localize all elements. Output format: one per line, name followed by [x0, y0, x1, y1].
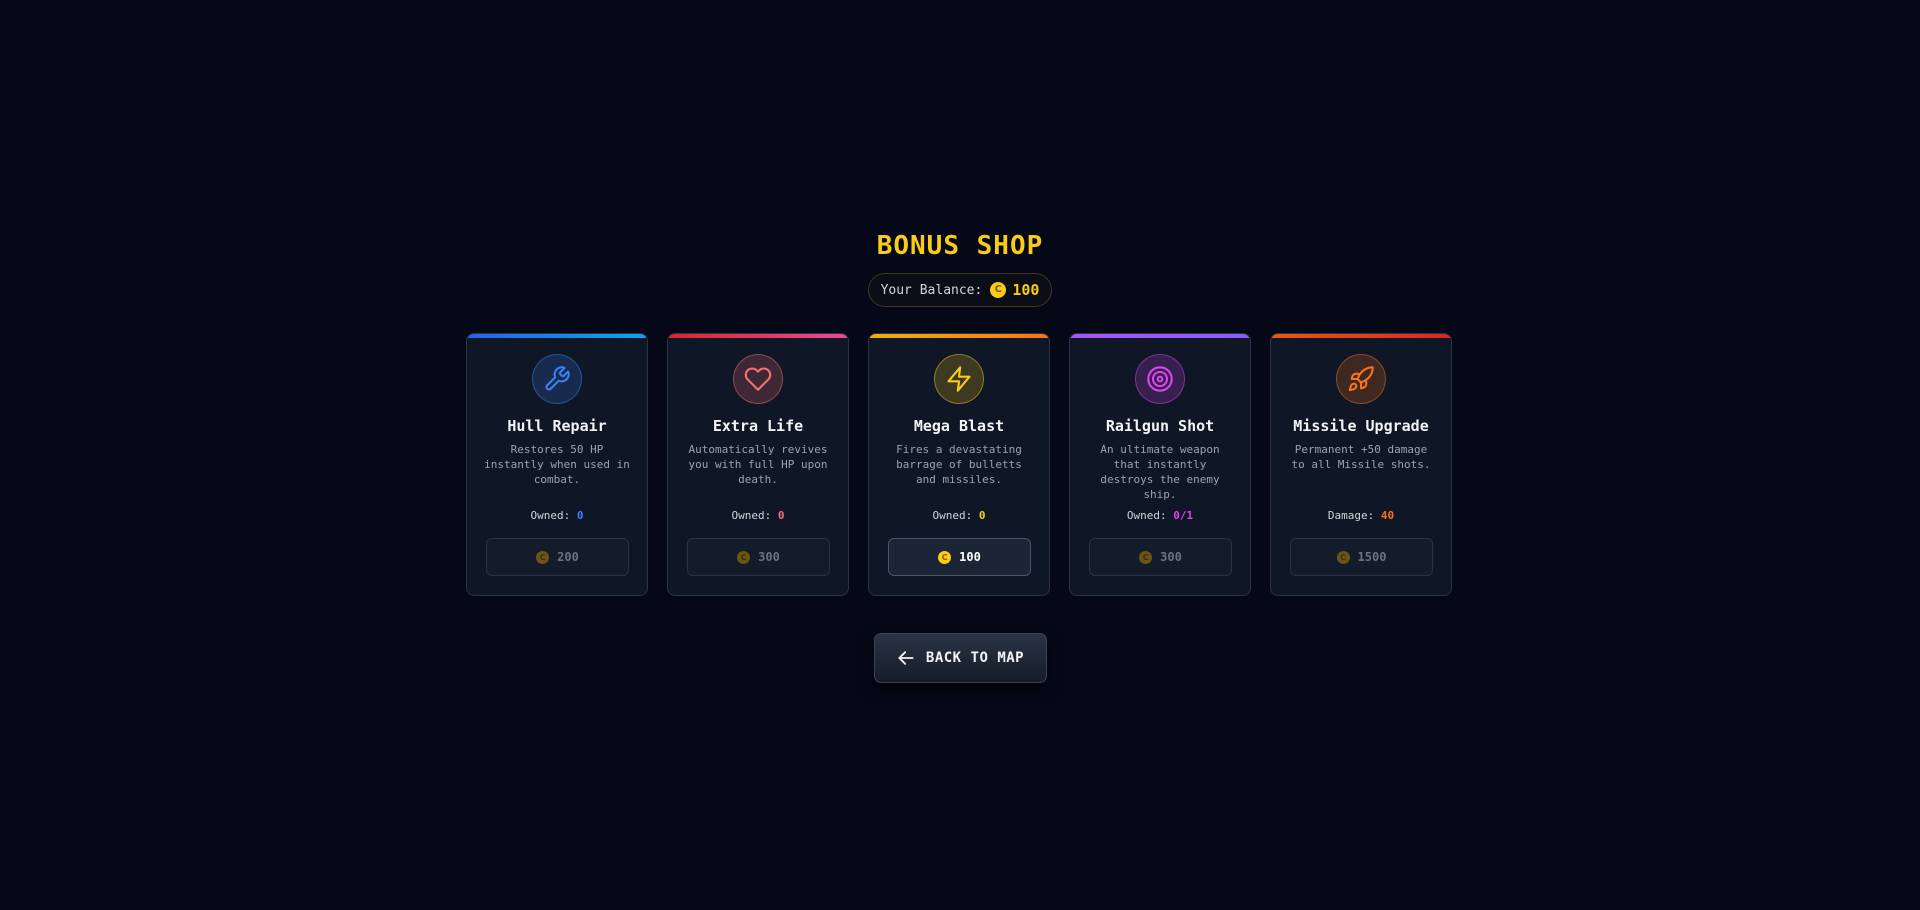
back-button-label: BACK TO MAP	[925, 650, 1025, 666]
card-stat-value: 0	[777, 509, 785, 522]
shop-card-mega-blast: Mega Blast Fires a devastating barrage o…	[868, 333, 1050, 596]
card-icon-circle	[733, 354, 783, 404]
back-button-container: BACK TO MAP	[0, 633, 1920, 683]
heart-icon	[744, 367, 772, 391]
card-stat-value: 40	[1380, 509, 1395, 522]
card-accent-bar	[869, 334, 1049, 338]
card-stat: Owned: 0	[467, 509, 647, 522]
card-icon-circle	[532, 354, 582, 404]
shop-items: Hull Repair Restores 50 HP instantly whe…	[466, 333, 1452, 596]
buy-price: 300	[758, 550, 780, 564]
shop-card-missile-upgrade: Missile Upgrade Permanent +50 damage to …	[1270, 333, 1452, 596]
card-title: Hull Repair	[507, 417, 607, 435]
card-accent-bar	[467, 334, 647, 338]
card-stat-value: 0/1	[1173, 509, 1194, 522]
card-stat-value: 0	[576, 509, 584, 522]
coin-icon: C	[1336, 550, 1350, 564]
wrench-icon	[545, 366, 570, 391]
card-description: Automatically revives you with full HP u…	[688, 443, 828, 486]
balance-container: Your Balance: C 100	[0, 273, 1920, 307]
balance-badge: Your Balance: C 100	[867, 273, 1053, 307]
coin-icon: C	[737, 550, 751, 564]
lightning-icon	[947, 366, 971, 392]
card-icon-circle	[1336, 354, 1386, 404]
card-accent-bar	[1271, 334, 1451, 338]
back-to-map-button[interactable]: BACK TO MAP	[873, 633, 1047, 683]
buy-price: 200	[557, 550, 579, 564]
card-description: Permanent +50 damage to all Missile shot…	[1291, 443, 1431, 471]
coin-icon: C	[536, 550, 550, 564]
buy-button[interactable]: C 300	[1089, 538, 1232, 576]
card-stat: Damage: 40	[1271, 509, 1451, 522]
card-stat: Owned: 0	[869, 509, 1049, 522]
buy-button[interactable]: C 1500	[1290, 538, 1433, 576]
page-title: BONUS SHOP	[876, 231, 1044, 261]
balance-label: Your Balance:	[880, 282, 983, 298]
card-icon-circle	[934, 354, 984, 404]
card-description: Restores 50 HP instantly when used in co…	[484, 443, 630, 486]
coin-icon: C	[938, 550, 952, 564]
buy-price: 300	[1160, 550, 1182, 564]
card-stat-label: Owned:	[530, 509, 571, 522]
buy-button[interactable]: C 300	[687, 538, 830, 576]
card-accent-bar	[1070, 334, 1250, 338]
card-accent-bar	[668, 334, 848, 338]
coin-icon: C	[1139, 550, 1153, 564]
shop-card-railgun-shot: Railgun Shot An ultimate weapon that ins…	[1069, 333, 1251, 596]
card-stat-label: Owned:	[731, 509, 772, 522]
arrow-left-icon	[898, 651, 914, 665]
coin-icon: C	[990, 282, 1007, 298]
target-icon	[1147, 366, 1173, 392]
buy-button[interactable]: C 200	[486, 538, 629, 576]
card-stat-value: 0	[978, 509, 986, 522]
card-icon-circle	[1135, 354, 1185, 404]
buy-price: 1500	[1357, 550, 1387, 564]
buy-button[interactable]: C 100	[888, 538, 1031, 576]
card-description: Fires a devastating barrage of bulletts …	[896, 443, 1022, 486]
card-stat: Owned: 0/1	[1070, 509, 1250, 522]
card-title: Mega Blast	[913, 417, 1005, 435]
card-stat-label: Owned:	[1126, 509, 1167, 522]
buy-price: 100	[959, 550, 981, 564]
card-stat-label: Owned:	[932, 509, 973, 522]
card-description: An ultimate weapon that instantly destro…	[1100, 443, 1220, 501]
card-stat-label: Damage:	[1327, 509, 1375, 522]
shop-card-extra-life: Extra Life Automatically revives you wit…	[667, 333, 849, 596]
card-title: Missile Upgrade	[1293, 417, 1429, 435]
balance-amount: 100	[1012, 281, 1040, 299]
bonus-shop-screen: BONUS SHOP Your Balance: C 100 Hull Repa…	[0, 0, 1920, 910]
card-stat: Owned: 0	[668, 509, 848, 522]
shop-card-hull-repair: Hull Repair Restores 50 HP instantly whe…	[466, 333, 648, 596]
card-title: Extra Life	[712, 417, 804, 435]
card-title: Railgun Shot	[1105, 417, 1215, 435]
rocket-icon	[1348, 366, 1374, 392]
